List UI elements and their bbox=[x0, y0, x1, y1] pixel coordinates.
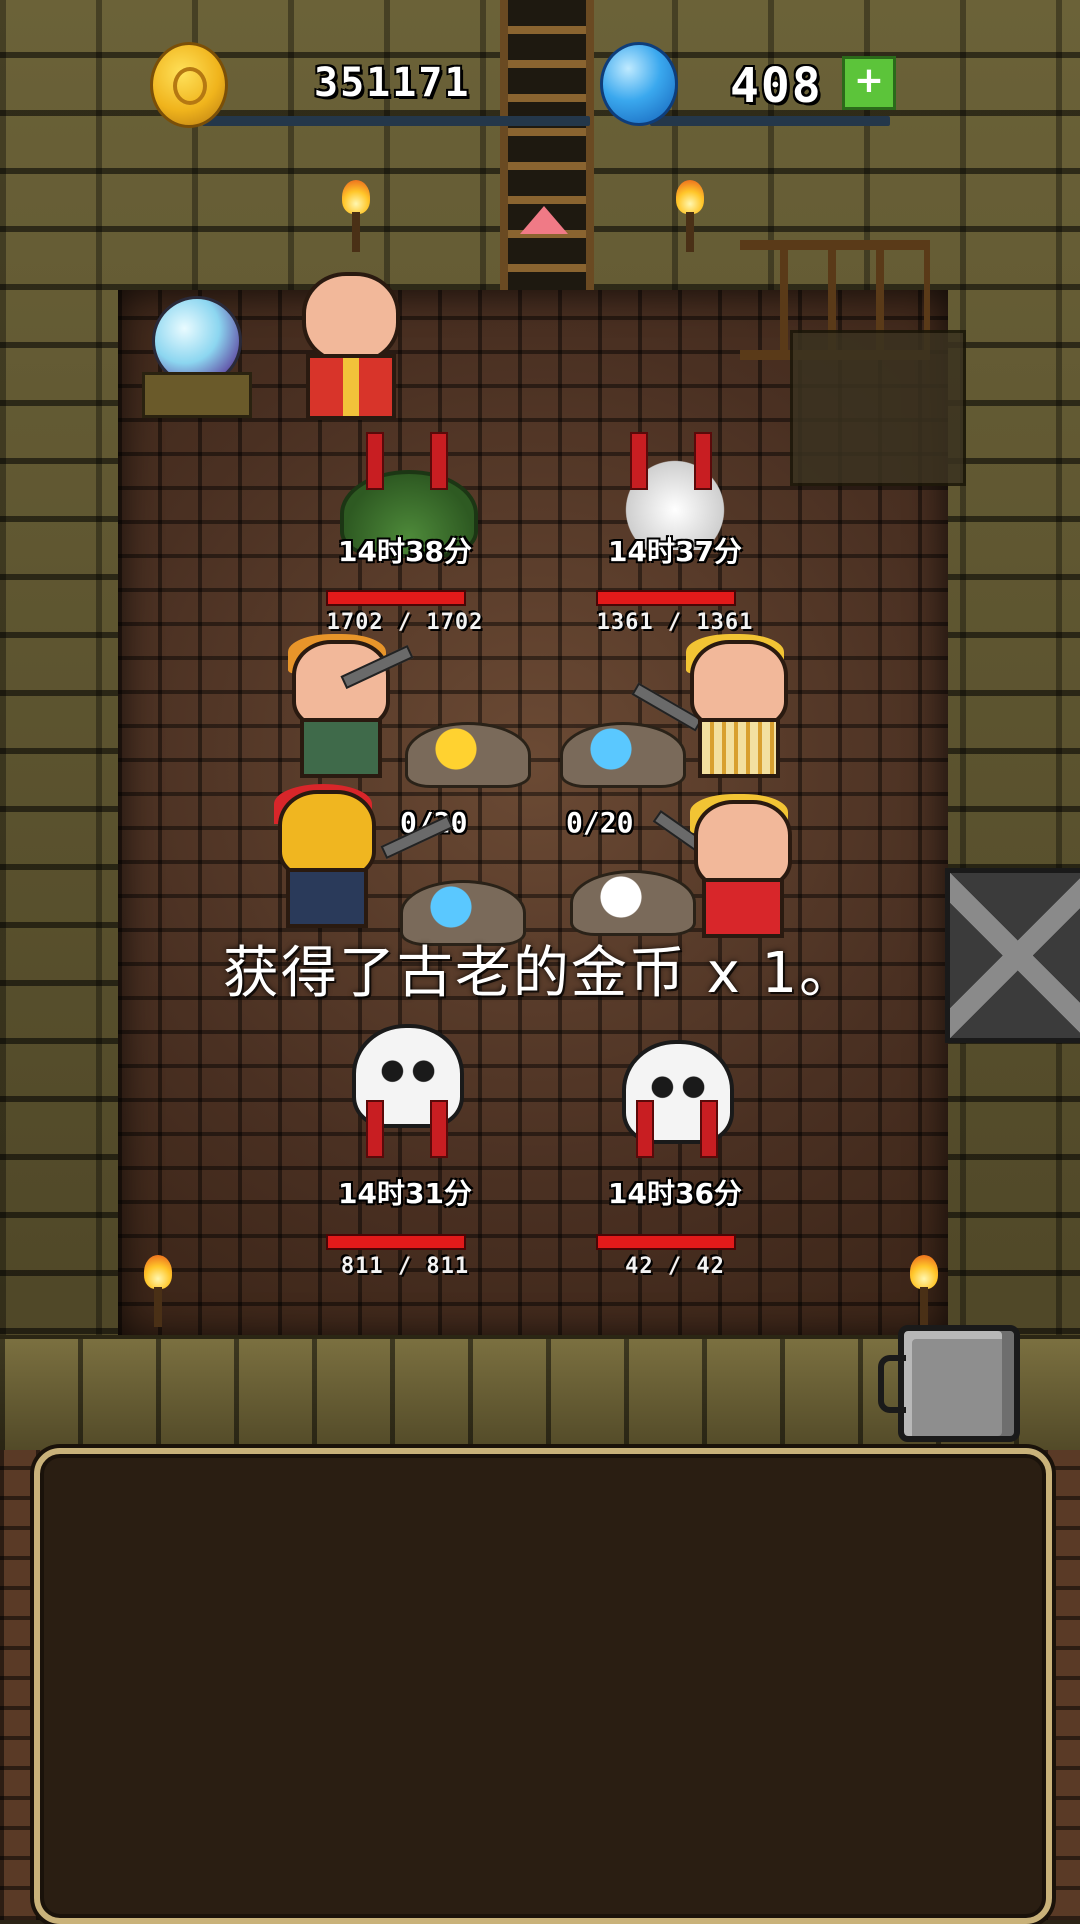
knight-body bbox=[286, 868, 368, 928]
enemy-timer: 14时36分 bbox=[608, 1177, 742, 1210]
enemy-hp-text: 1361 / 1361 bbox=[596, 610, 754, 635]
shopkeeper-npc[interactable] bbox=[292, 272, 402, 422]
gold-bar bbox=[202, 116, 590, 126]
mug-menu-button[interactable] bbox=[878, 1325, 1020, 1442]
miner-head bbox=[690, 640, 788, 728]
enemy-slime[interactable]: 14时38分 1702 / 1702 bbox=[300, 432, 510, 640]
miner-body bbox=[698, 718, 780, 778]
blue-gem-icon bbox=[600, 42, 678, 126]
gold-value: 351171 bbox=[314, 60, 471, 106]
knight-miner[interactable] bbox=[268, 784, 378, 928]
enemy-skeleton-archer[interactable]: 14时36分 42 / 42 bbox=[570, 1020, 780, 1290]
attack-marker-icon bbox=[610, 432, 740, 492]
ladder[interactable] bbox=[500, 0, 594, 290]
enemy-hp-bar bbox=[326, 590, 466, 606]
enemy-hp-text: 1702 / 1702 bbox=[326, 610, 484, 635]
enemy-timer: 14时38分 bbox=[338, 535, 472, 568]
mine-progress-right: 0/20 bbox=[566, 806, 634, 839]
miner-worker[interactable] bbox=[680, 634, 790, 778]
torch-icon bbox=[672, 180, 708, 252]
npc-head bbox=[302, 272, 400, 364]
enemy-hp-bar bbox=[326, 1234, 466, 1250]
gem-bar bbox=[650, 116, 890, 126]
knight-helmet bbox=[278, 790, 376, 878]
enemy-hp-text: 42 / 42 bbox=[625, 1254, 725, 1279]
enemy-hp-text: 811 / 811 bbox=[340, 1254, 470, 1279]
gem-value: 408 bbox=[730, 58, 823, 114]
miner-head bbox=[694, 800, 792, 888]
attack-marker-icon bbox=[610, 1100, 740, 1160]
storage-pile[interactable] bbox=[790, 330, 966, 486]
enemy-skeleton-sword[interactable]: 14时31分 811 / 811 bbox=[300, 1020, 510, 1290]
dialog-panel[interactable] bbox=[34, 1448, 1052, 1924]
add-gems-button[interactable]: + bbox=[842, 56, 896, 110]
crystal-stand bbox=[142, 372, 252, 418]
gold-ore-icon[interactable] bbox=[405, 722, 531, 788]
enemy-hp-bar bbox=[596, 1234, 736, 1250]
exit-arrow-icon[interactable] bbox=[520, 206, 568, 234]
loot-notice: 获得了古老的金币 x 1。 bbox=[222, 941, 858, 1006]
npc-body bbox=[306, 354, 396, 420]
miner-worker[interactable] bbox=[684, 794, 794, 938]
gold-coin-icon bbox=[150, 42, 228, 128]
attack-marker-icon bbox=[340, 1100, 470, 1160]
attack-marker-icon bbox=[340, 432, 470, 492]
enemy-hp-bar bbox=[596, 590, 736, 606]
silver-ore-icon[interactable] bbox=[570, 870, 696, 936]
gold-counter: 351171 bbox=[150, 42, 590, 130]
enemy-bones[interactable]: 14时37分 1361 / 1361 bbox=[570, 432, 780, 640]
torch-icon bbox=[338, 180, 374, 252]
torch-icon bbox=[906, 1255, 942, 1327]
miner-body bbox=[300, 718, 382, 778]
crystal-ore-icon[interactable] bbox=[560, 722, 686, 788]
gem-counter: 408 + bbox=[600, 42, 900, 130]
enemy-timer: 14时37分 bbox=[608, 535, 742, 568]
enemy-timer: 14时31分 bbox=[338, 1177, 472, 1210]
torch-icon bbox=[140, 1255, 176, 1327]
miner-head bbox=[292, 640, 390, 728]
